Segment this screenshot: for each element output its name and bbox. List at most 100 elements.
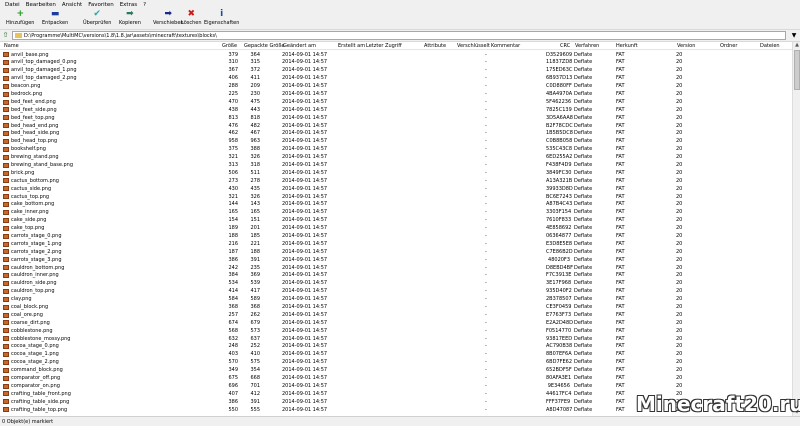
file-row[interactable]: comparator_on.png 696 701 2014-09-01 14:57 -… — [0, 382, 792, 390]
file-modified: 2014-09-01 14:57 — [282, 311, 328, 318]
file-size: 534 — [228, 280, 238, 287]
file-row[interactable]: bookshelf.png 375 388 2014-09-01 14:57 - 535C… — [0, 146, 792, 154]
file-row[interactable]: anvil_top_damaged_0.png 310 315 2014-09-01 … — [0, 59, 792, 67]
file-method: Deflate — [574, 280, 593, 287]
file-row[interactable]: coal_block.png 368 368 2014-09-01 14:57 - CE3… — [0, 304, 792, 312]
scroll-up-icon[interactable]: ▲ — [793, 42, 800, 49]
scroll-thumb[interactable] — [794, 50, 800, 90]
toolbar-button-5[interactable]: ➡ Verschieben — [153, 9, 184, 27]
column-header-method[interactable]: Verfahren — [575, 43, 599, 49]
column-header-origin[interactable]: Herkunft — [616, 43, 638, 49]
file-origin: FAT — [616, 138, 625, 145]
file-row[interactable]: beacon.png 288 209 2014-09-01 14:57 - C0D880F… — [0, 83, 792, 91]
address-dropdown-icon[interactable]: ▼ — [790, 31, 798, 40]
file-row[interactable]: brewing_stand_base.png 313 318 2014-09-01 1… — [0, 161, 792, 169]
file-row[interactable]: cake_bottom.png 144 143 2014-09-01 14:57 - A8… — [0, 201, 792, 209]
file-method: Deflate — [574, 201, 593, 208]
toolbar-button-7[interactable]: i Eigenschaften — [204, 9, 239, 27]
file-version: 20 — [676, 138, 683, 145]
file-row[interactable]: bed_head_side.png 462 467 2014-09-01 14:57 -… — [0, 130, 792, 138]
menu-item-ansicht[interactable]: Ansicht — [59, 2, 85, 8]
file-row[interactable]: anvil_base.png 379 364 2014-09-01 14:57 - D35… — [0, 51, 792, 59]
file-crc: 935D40F2 — [546, 288, 572, 295]
file-name: brewing_stand.png — [11, 154, 59, 161]
file-size: 470 — [228, 98, 238, 105]
column-header-modified[interactable]: Geändert am — [283, 43, 316, 49]
file-row[interactable]: coal_ore.png 257 262 2014-09-01 14:57 - E7763… — [0, 311, 792, 319]
column-header-attr[interactable]: Attribute — [424, 43, 446, 49]
file-modified: 2014-09-01 14:57 — [282, 304, 328, 310]
file-row[interactable]: carrots_stage_1.png 216 221 2014-09-01 14:5… — [0, 240, 792, 248]
file-row[interactable]: carrots_stage_0.png 188 185 2014-09-01 14:5… — [0, 232, 792, 240]
menu-item-datei[interactable]: Datei — [2, 2, 23, 8]
file-row[interactable]: cactus_bottom.png 273 278 2014-09-01 14:57 -… — [0, 177, 792, 185]
file-row[interactable]: carrots_stage_3.png 386 391 2014-09-01 14:5… — [0, 256, 792, 264]
file-packed-size: 326 — [250, 154, 260, 161]
file-row[interactable]: cauldron_inner.png 384 369 2014-09-01 14:57… — [0, 272, 792, 280]
toolbar-button-3[interactable]: ✔ Überprüfen — [83, 9, 111, 27]
file-row[interactable]: cactus_top.png 321 326 2014-09-01 14:57 - BC6… — [0, 193, 792, 201]
file-row[interactable]: cauldron_side.png 534 539 2014-09-01 14:57 -… — [0, 280, 792, 288]
file-row[interactable]: cocoa_stage_1.png 403 410 2014-09-01 14:57 -… — [0, 351, 792, 359]
address-field[interactable]: D:\Programme\MultiMC\versions\1.8\1.8.ja… — [12, 31, 786, 40]
menu-item-extras[interactable]: Extras — [117, 2, 140, 8]
column-header-comment[interactable]: Kommentar — [491, 43, 520, 49]
file-version: 20 — [676, 51, 683, 58]
toolbar-button-4[interactable]: ➡ Kopieren — [119, 9, 141, 27]
file-origin: FAT — [616, 185, 625, 192]
file-row[interactable]: bed_head_top.png 958 963 2014-09-01 14:57 - C… — [0, 138, 792, 146]
file-row[interactable]: coarse_dirt.png 674 679 2014-09-01 14:57 - E2… — [0, 319, 792, 327]
file-row[interactable]: cake_top.png 189 201 2014-09-01 14:57 - 4E858… — [0, 225, 792, 233]
toolbar-button-1[interactable]: + Hinzufügen — [6, 9, 34, 27]
file-row[interactable]: cauldron_bottom.png 242 235 2014-09-01 14:5… — [0, 264, 792, 272]
column-header-files[interactable]: Dateien — [760, 43, 780, 49]
up-folder-icon[interactable]: ⇧ — [1, 31, 10, 40]
file-row[interactable]: cobblestone.png 568 573 2014-09-01 14:57 - F0… — [0, 327, 792, 335]
file-crc: 39933D8D — [546, 185, 573, 192]
file-row[interactable]: cocoa_stage_2.png 570 575 2014-09-01 14:57 -… — [0, 359, 792, 367]
file-method: Deflate — [574, 375, 593, 382]
column-header-crc[interactable]: CRC — [560, 43, 570, 49]
column-header-accessed[interactable]: Letzter Zugriff — [366, 43, 402, 49]
file-row[interactable]: cake_inner.png 165 165 2014-09-01 14:57 - 330… — [0, 209, 792, 217]
file-crc: C7E86B2D — [546, 248, 573, 255]
column-header-size[interactable]: Größe — [222, 43, 237, 49]
file-row[interactable]: command_block.png 349 354 2014-09-01 14:57 -… — [0, 367, 792, 375]
menu-item-bearbeiten[interactable]: Bearbeiten — [23, 2, 59, 8]
vertical-scrollbar[interactable]: ▲ ▼ — [792, 42, 800, 416]
file-row[interactable]: cake_side.png 154 151 2014-09-01 14:57 - 7610… — [0, 217, 792, 225]
file-row[interactable]: cactus_side.png 430 435 2014-09-01 14:57 - 39… — [0, 185, 792, 193]
file-row[interactable]: cauldron_top.png 414 417 2014-09-01 14:57 - 9… — [0, 288, 792, 296]
column-header-packed[interactable]: Gepackte Größe — [244, 43, 285, 49]
file-method: Deflate — [574, 225, 593, 232]
file-encrypted: - — [485, 161, 487, 168]
file-row[interactable]: anvil_top_damaged_2.png 406 411 2014-09-01 … — [0, 75, 792, 83]
column-header-folder[interactable]: Ordner — [720, 43, 737, 49]
file-row[interactable]: anvil_top_damaged_1.png 367 372 2014-09-01 … — [0, 67, 792, 75]
file-row[interactable]: bed_feet_side.png 438 443 2014-09-01 14:57 -… — [0, 106, 792, 114]
column-header-name[interactable]: Name — [4, 43, 19, 49]
file-row[interactable]: cocoa_stage_0.png 248 252 2014-09-01 14:57 -… — [0, 343, 792, 351]
menu-item--[interactable]: ? — [140, 2, 149, 8]
column-header-version[interactable]: Version — [677, 43, 695, 49]
file-version: 20 — [676, 272, 683, 279]
file-packed-size: 391 — [250, 398, 260, 405]
file-row[interactable]: comparator_off.png 675 668 2014-09-01 14:57… — [0, 375, 792, 383]
file-crc: 80AFA3E1 — [546, 375, 572, 382]
file-row[interactable]: carrots_stage_2.png 187 188 2014-09-01 14:5… — [0, 248, 792, 256]
file-name: cocoa_stage_0.png — [11, 343, 59, 350]
toolbar-button-6[interactable]: ✖ Löschen — [181, 9, 202, 27]
file-row[interactable]: brick.png 506 511 2014-09-01 14:57 - 3849FC30… — [0, 169, 792, 177]
column-header-created[interactable]: Erstellt am — [338, 43, 365, 49]
file-row[interactable]: bed_feet_end.png 470 475 2014-09-01 14:57 - 5… — [0, 98, 792, 106]
menu-item-favoriten[interactable]: Favoriten — [85, 2, 116, 8]
file-row[interactable]: bed_feet_top.png 813 818 2014-09-01 14:57 - 3… — [0, 114, 792, 122]
file-row[interactable]: bedrock.png 225 230 2014-09-01 14:57 - 4BA497… — [0, 90, 792, 98]
file-row[interactable]: bed_head_end.png 476 482 2014-09-01 14:57 - B… — [0, 122, 792, 130]
column-header-enc[interactable]: Verschlüsselt — [457, 43, 490, 49]
toolbar-button-2[interactable]: ▬ Entpacken — [42, 9, 68, 27]
file-modified: 2014-09-01 14:57 — [282, 146, 328, 153]
file-row[interactable]: brewing_stand.png 321 326 2014-09-01 14:57 -… — [0, 154, 792, 162]
file-row[interactable]: cobblestone_mossy.png 632 637 2014-09-01 14… — [0, 335, 792, 343]
file-row[interactable]: clay.png 584 589 2014-09-01 14:57 - 2B378507 D… — [0, 296, 792, 304]
